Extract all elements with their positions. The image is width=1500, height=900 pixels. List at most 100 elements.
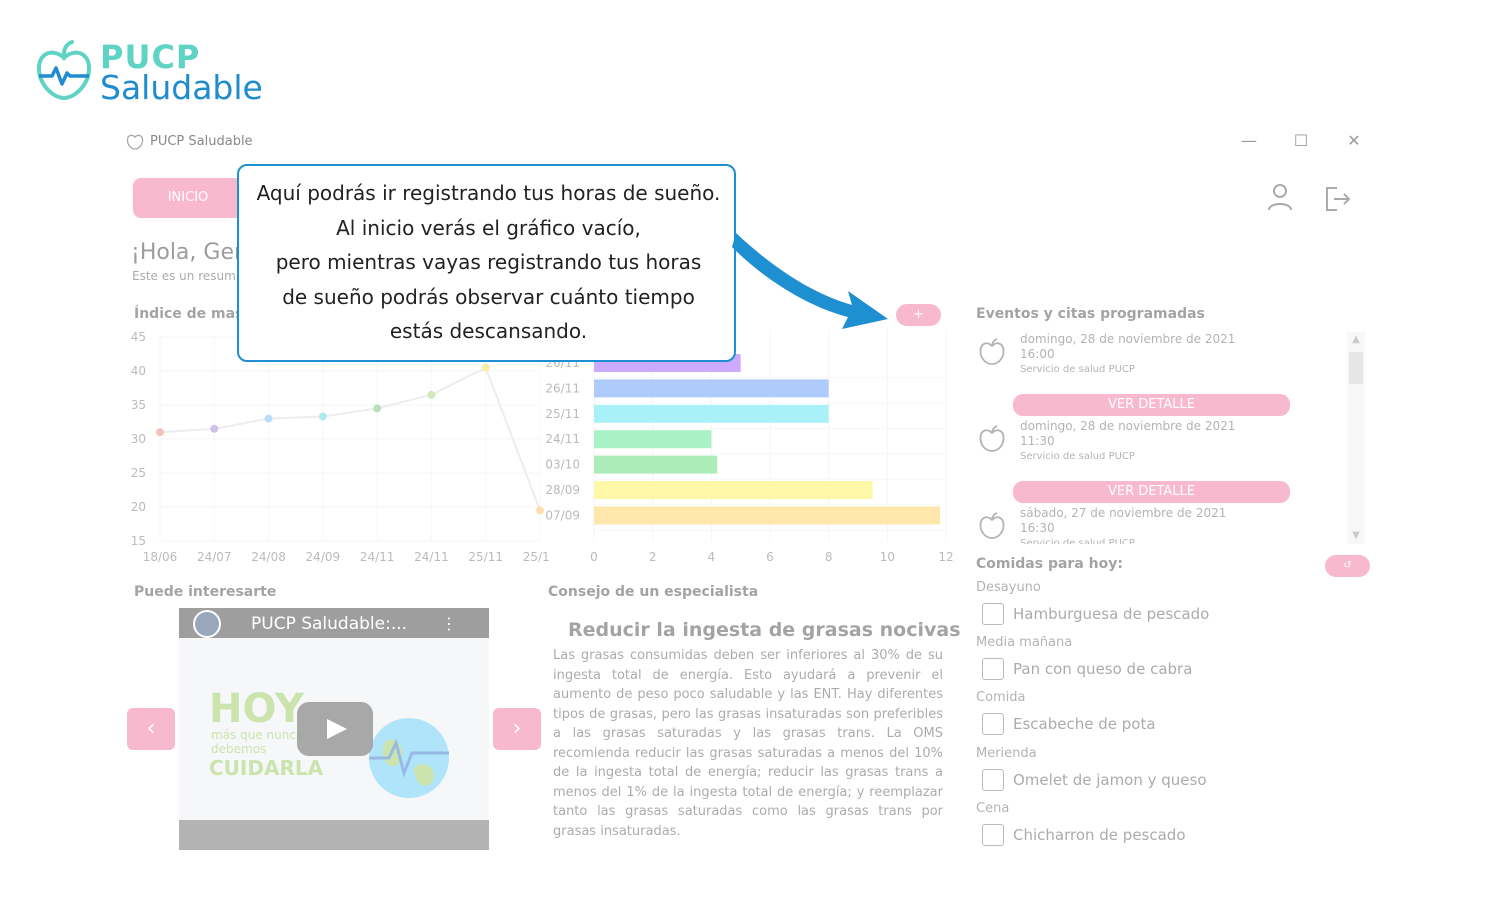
scroll-up-icon[interactable]: ▲ [1347, 332, 1365, 348]
minimize-button[interactable]: — [1229, 128, 1269, 154]
play-button[interactable] [297, 702, 373, 756]
events-scrollbar[interactable]: ▲ ▼ [1347, 332, 1365, 544]
y-tick-label: 07/09 [545, 508, 580, 522]
add-sleep-button[interactable]: + [896, 304, 941, 326]
bar [594, 404, 829, 423]
apple-icon [979, 338, 1005, 365]
tooltip-text: Aquí podrás ir registrando tus horas de … [239, 176, 738, 349]
meal-checkbox-item[interactable]: Omelet de jamon y queso [982, 769, 1282, 793]
interest-heading: Puede interesarte [134, 584, 277, 600]
video-line3: debemos [211, 742, 267, 756]
y-tick-label: 15 [131, 534, 146, 548]
x-tick-label: 25/11 [468, 550, 503, 564]
tooltip-line: estás descansando. [389, 319, 588, 343]
y-tick-label: 25 [131, 466, 146, 480]
video-cuidarla: CUIDARLA [209, 756, 324, 780]
event-time: 16:30 [1020, 521, 1055, 535]
data-point [156, 428, 164, 437]
next-video-button[interactable]: › [493, 708, 541, 750]
meal-checkbox-item[interactable]: Escabeche de pota [982, 713, 1282, 737]
event-date: sábado, 27 de noviembre de 2021 [1020, 506, 1227, 520]
y-tick-label: 25/11 [545, 407, 580, 421]
event-item: domingo, 28 de noviembre de 2021 11:30 S… [976, 419, 1296, 479]
meal-checkbox-item[interactable]: Hamburguesa de pescado [982, 603, 1282, 627]
scroll-thumb[interactable] [1349, 352, 1363, 384]
refresh-meals-button[interactable]: ↺ [1325, 555, 1370, 577]
video-player[interactable]: HOY más que nunca debemos CUIDARLA PUCP … [179, 608, 489, 850]
video-hoy: HOY [209, 686, 305, 732]
meal-category: Cena [976, 801, 1010, 816]
event-date: domingo, 28 de noviembre de 2021 [1020, 419, 1236, 433]
x-tick-label: 24/08 [251, 550, 286, 564]
checkbox[interactable] [982, 658, 1004, 680]
y-tick-label: 40 [131, 364, 146, 378]
checkbox[interactable] [982, 824, 1004, 846]
more-options-icon[interactable]: ⋮ [441, 614, 457, 633]
x-tick-label: 2 [649, 550, 657, 564]
app-icon [126, 134, 144, 150]
event-time: 16:00 [1020, 347, 1055, 361]
meal-category: Desayuno [976, 580, 1041, 595]
meal-checkbox-item[interactable]: Pan con queso de cabra [982, 658, 1282, 682]
ver-detalle-button[interactable]: VER DETALLE [1013, 394, 1290, 416]
meal-category: Merienda [976, 746, 1037, 761]
x-tick-label: 4 [708, 550, 716, 564]
video-header: PUCP Saludable:... ⋮ [179, 608, 489, 638]
close-button[interactable]: ✕ [1334, 128, 1374, 154]
title-bar: PUCP Saludable — ☐ ✕ [120, 124, 1375, 158]
y-tick-label: 28/09 [545, 483, 580, 497]
bar [594, 430, 712, 449]
bar [594, 481, 873, 499]
event-time: 11:30 [1020, 434, 1055, 448]
event-place: Servicio de salud PUCP [1020, 364, 1135, 375]
ver-detalle-button[interactable]: VER DETALLE [1013, 481, 1290, 503]
data-point [210, 424, 219, 433]
globe-heart-image [369, 718, 449, 798]
meal-label: Escabeche de pota [1013, 715, 1156, 733]
brand-saludable: Saludable [100, 68, 263, 107]
meal-category: Media mañana [976, 635, 1073, 650]
meal-category: Comida [976, 690, 1026, 705]
apple-icon [979, 425, 1005, 452]
checkbox[interactable] [982, 713, 1004, 735]
tooltip-line: de sueño podrás observar cuánto tiempo [282, 284, 695, 309]
imc-line-chart: 15 20 25 30 35 40 45 18/06 24/07 24/08 24/09 24/11 2… [131, 330, 550, 564]
checkbox[interactable] [982, 603, 1004, 625]
meal-checkbox-item[interactable]: Chicharron de pescado [982, 824, 1282, 848]
video-line2: más que nunca [211, 728, 304, 742]
advice-title: Reducir la ingesta de grasas nocivas [568, 619, 961, 641]
sleep-bar-chart: 0 2 4 6 8 10 1226/1126/1125/1124/1103/1028/090… [545, 329, 954, 564]
window-title: PUCP Saludable [150, 134, 253, 149]
prev-video-button[interactable]: ‹ [127, 708, 175, 750]
bar [594, 506, 941, 525]
inicio-button[interactable]: INICIO [133, 178, 243, 218]
x-tick-label: 12 [938, 550, 953, 564]
data-point [481, 363, 490, 372]
events-list[interactable]: domingo, 28 de noviembre de 2021 16:00 S… [976, 332, 1366, 544]
meal-label: Pan con queso de cabra [1013, 660, 1193, 678]
event-date: domingo, 28 de noviembre de 2021 [1020, 332, 1236, 346]
checkbox[interactable] [982, 769, 1004, 791]
tooltip-line: Aquí podrás ir registrando tus horas de … [256, 181, 721, 205]
meal-label: Chicharron de pescado [1013, 826, 1186, 844]
tutorial-tooltip: Aquí podrás ir registrando tus horas de … [237, 164, 736, 362]
x-tick-label: 24/09 [306, 550, 341, 564]
x-tick-label: 0 [590, 550, 598, 564]
logout-icon[interactable] [1323, 184, 1353, 214]
event-place: Servicio de salud PUCP [1020, 538, 1135, 544]
tooltip-line: Al inicio verás el gráfico vacío, [336, 215, 641, 240]
tooltip-line: pero mientras vayas registrando tus hora… [275, 250, 702, 274]
scroll-down-icon[interactable]: ▼ [1347, 528, 1365, 544]
y-tick-label: 35 [131, 398, 146, 412]
maximize-button[interactable]: ☐ [1281, 128, 1321, 154]
data-point [264, 414, 273, 423]
meals-heading: Comidas para hoy: [976, 556, 1123, 572]
data-point [318, 412, 327, 421]
play-icon [327, 719, 347, 739]
tooltip-pointer-arrow [732, 233, 888, 329]
x-tick-label: 6 [766, 550, 774, 564]
advice-body: Las grasas consumidas deben ser inferior… [553, 648, 943, 839]
y-tick-label: 45 [131, 330, 146, 344]
user-icon[interactable] [1265, 182, 1295, 212]
event-item: sábado, 27 de noviembre de 2021 16:30 Se… [976, 506, 1296, 544]
